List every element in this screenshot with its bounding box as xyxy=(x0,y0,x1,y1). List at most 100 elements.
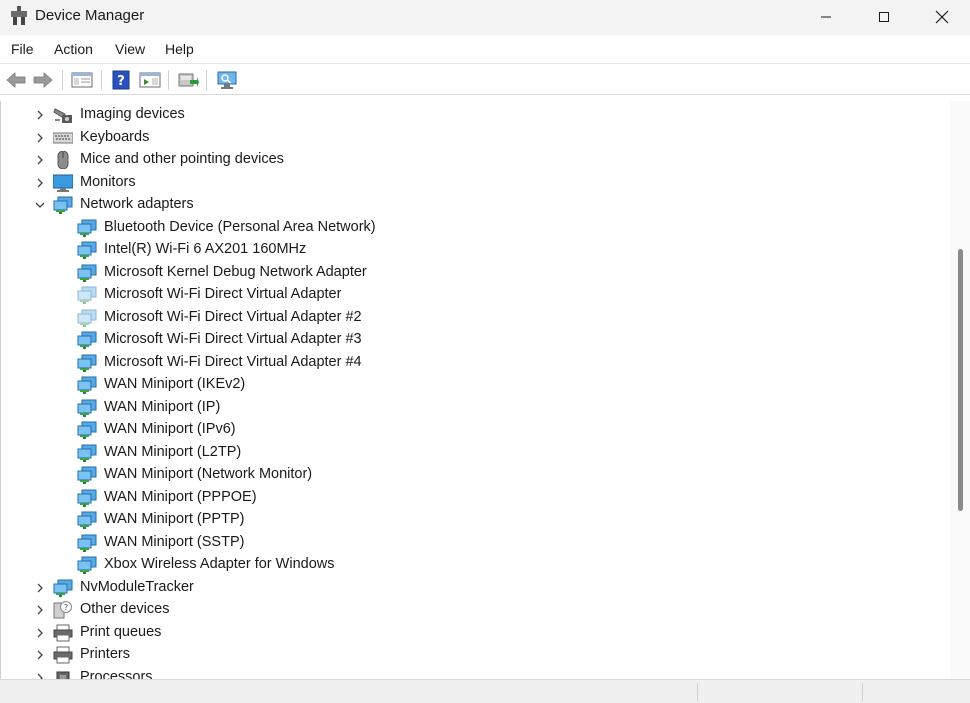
action-pane-button[interactable] xyxy=(138,68,162,92)
minimize-button[interactable] xyxy=(797,0,855,33)
chevron-right-icon[interactable] xyxy=(33,671,47,679)
network-icon xyxy=(77,466,97,484)
chevron-right-icon[interactable] xyxy=(33,131,47,145)
status-bar-divider xyxy=(697,683,698,701)
device-tree[interactable]: Imaging devices Keyboards Mice and other p… xyxy=(0,101,950,679)
tree-item[interactable]: WAN Miniport (Network Monitor) xyxy=(1,464,941,486)
tree-item-label: Processors xyxy=(80,668,153,680)
forward-arrow-icon xyxy=(33,72,53,88)
vertical-scrollbar[interactable] xyxy=(950,101,970,679)
maximize-button[interactable] xyxy=(855,0,913,33)
forward-button[interactable] xyxy=(31,68,55,92)
network-icon xyxy=(77,331,97,349)
tree-item-label: Other devices xyxy=(80,601,170,617)
menu-action[interactable]: Action xyxy=(54,41,93,57)
tree-item[interactable]: Imaging devices xyxy=(1,104,941,126)
tree-item[interactable]: Bluetooth Device (Personal Area Network) xyxy=(1,217,941,239)
scan-hardware-icon xyxy=(217,71,237,89)
help-button[interactable]: ? xyxy=(109,68,133,92)
menu-view[interactable]: View xyxy=(115,41,145,57)
tree-item-label: WAN Miniport (IKEv2) xyxy=(104,376,246,392)
tree-item[interactable]: Microsoft Wi-Fi Direct Virtual Adapter #… xyxy=(1,307,941,329)
network-icon xyxy=(53,579,73,597)
tree-item[interactable]: Microsoft Wi-Fi Direct Virtual Adapter xyxy=(1,284,941,306)
tree-item-label: Network adapters xyxy=(80,196,194,212)
scan-for-hardware-button[interactable] xyxy=(215,68,239,92)
tree-item[interactable]: WAN Miniport (PPTP) xyxy=(1,509,941,531)
tree-item-label: Microsoft Kernel Debug Network Adapter xyxy=(104,263,367,280)
tree-item[interactable]: Keyboards xyxy=(1,127,941,149)
tree-item-label: WAN Miniport (Network Monitor) xyxy=(104,466,313,482)
tree-item-label: Bluetooth Device (Personal Area Network) xyxy=(104,218,376,235)
chevron-right-icon[interactable] xyxy=(33,108,47,122)
menu-file[interactable]: File xyxy=(11,41,34,57)
scrollbar-thumb[interactable] xyxy=(958,249,963,511)
back-button[interactable] xyxy=(4,68,28,92)
tree-item[interactable]: Network adapters xyxy=(1,194,941,216)
chevron-right-icon[interactable] xyxy=(33,176,47,190)
tree-item[interactable]: Monitors xyxy=(1,172,941,194)
tree-item[interactable]: Printers xyxy=(1,644,941,666)
update-driver-button[interactable] xyxy=(176,68,200,92)
network-icon xyxy=(77,534,97,552)
tree-item-label: WAN Miniport (PPTP) xyxy=(104,511,245,527)
tree-item[interactable]: Processors xyxy=(1,667,941,680)
tree-item[interactable]: Mice and other pointing devices xyxy=(1,149,941,171)
chevron-right-icon[interactable] xyxy=(33,153,47,167)
chevron-right-icon[interactable] xyxy=(33,648,47,662)
tree-item[interactable]: WAN Miniport (IP) xyxy=(1,397,941,419)
network-icon xyxy=(77,511,97,529)
tree-item[interactable]: Xbox Wireless Adapter for Windows xyxy=(1,554,941,576)
printer-icon xyxy=(53,624,73,642)
menu-help[interactable]: Help xyxy=(165,41,194,57)
console-tree-icon xyxy=(71,72,93,88)
tree-item[interactable]: Microsoft Wi-Fi Direct Virtual Adapter #… xyxy=(1,329,941,351)
network-icon xyxy=(77,399,97,417)
tree-item[interactable]: WAN Miniport (L2TP) xyxy=(1,442,941,464)
tree-item[interactable]: Print queues xyxy=(1,622,941,644)
tree-item[interactable]: NvModuleTracker xyxy=(1,577,941,599)
tree-item-label: WAN Miniport (PPPOE) xyxy=(104,488,257,505)
status-bar xyxy=(0,679,970,703)
tree-item-label: WAN Miniport (L2TP) xyxy=(104,443,242,460)
chevron-down-icon[interactable] xyxy=(33,198,47,212)
tree-item[interactable]: ? Other devices xyxy=(1,599,941,621)
tree-item-label: Printers xyxy=(80,646,130,662)
network-disabled-icon xyxy=(77,286,97,304)
tree-item[interactable]: WAN Miniport (PPPOE) xyxy=(1,487,941,509)
toolbar: ? xyxy=(0,65,970,95)
tree-item-label: Intel(R) Wi-Fi 6 AX201 160MHz xyxy=(104,241,307,257)
show-hide-console-tree-button[interactable] xyxy=(70,68,94,92)
chevron-right-icon[interactable] xyxy=(33,603,47,617)
tree-item[interactable]: WAN Miniport (IKEv2) xyxy=(1,374,941,396)
network-icon xyxy=(77,241,97,259)
tree-item[interactable]: Microsoft Wi-Fi Direct Virtual Adapter #… xyxy=(1,352,941,374)
tree-item[interactable]: Microsoft Kernel Debug Network Adapter xyxy=(1,262,941,284)
tree-item-label: Mice and other pointing devices xyxy=(80,151,284,167)
menu-bar: File Action View Help xyxy=(0,35,970,64)
mouse-icon xyxy=(53,150,73,170)
window-title: Device Manager xyxy=(35,7,145,24)
update-driver-icon xyxy=(178,73,199,87)
keyboard-icon xyxy=(52,129,74,147)
network-icon xyxy=(77,376,97,394)
tree-item-label: Xbox Wireless Adapter for Windows xyxy=(104,556,335,572)
camera-icon xyxy=(53,106,73,124)
toolbar-separator xyxy=(101,70,102,90)
tree-item-label: NvModuleTracker xyxy=(80,578,194,595)
monitor-icon xyxy=(52,174,74,192)
close-button[interactable] xyxy=(913,0,970,33)
unknown-device-icon: ? xyxy=(53,601,73,619)
tree-item[interactable]: Intel(R) Wi-Fi 6 AX201 160MHz xyxy=(1,239,941,261)
tree-item-label: Print queues xyxy=(80,623,162,640)
tree-item[interactable]: WAN Miniport (SSTP) xyxy=(1,532,941,554)
tree-item-label: WAN Miniport (IP) xyxy=(104,398,221,415)
tree-item-label: Microsoft Wi-Fi Direct Virtual Adapter #… xyxy=(104,331,362,347)
back-arrow-icon xyxy=(6,72,26,88)
chevron-right-icon[interactable] xyxy=(33,581,47,595)
chevron-right-icon[interactable] xyxy=(33,626,47,640)
tree-item[interactable]: WAN Miniport (IPv6) xyxy=(1,419,941,441)
printer-icon xyxy=(53,646,73,664)
toolbar-separator xyxy=(62,70,63,90)
network-icon xyxy=(77,264,97,282)
